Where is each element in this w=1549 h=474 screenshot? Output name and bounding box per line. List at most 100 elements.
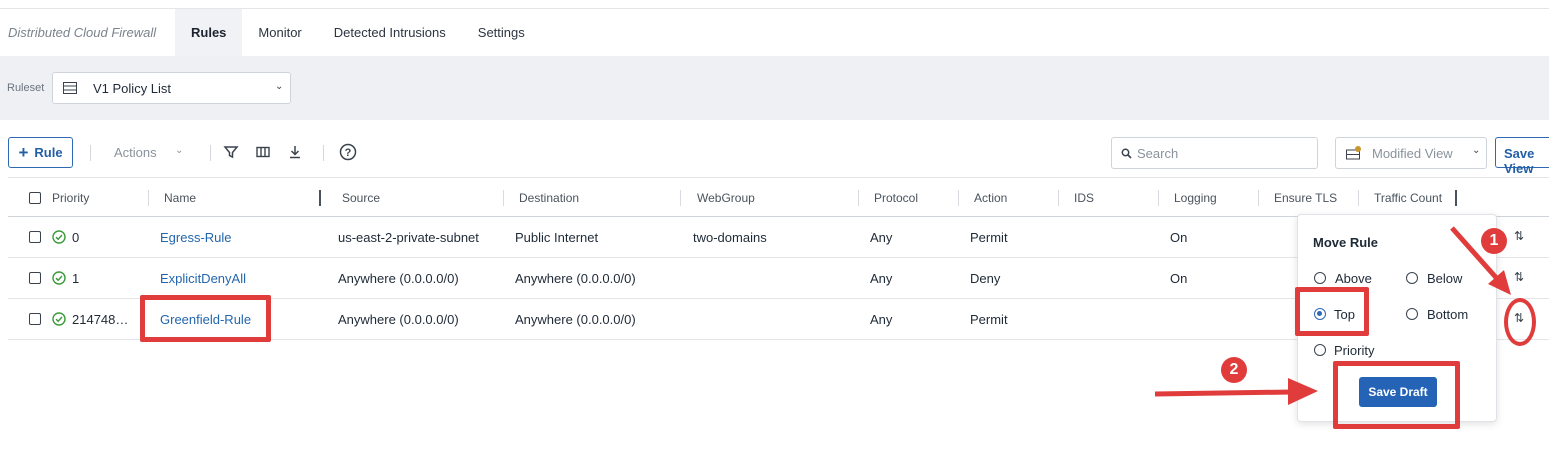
chevron-down-icon: ⌄ bbox=[175, 145, 184, 156]
chevron-down-icon: ⌄ bbox=[1472, 145, 1481, 156]
tab-monitor[interactable]: Monitor bbox=[242, 9, 317, 57]
row-name-link[interactable]: Egress-Rule bbox=[160, 230, 232, 245]
radio-above-label[interactable]: Above bbox=[1335, 271, 1372, 286]
add-rule-label: Rule bbox=[34, 145, 63, 160]
highlight-save-draft bbox=[1333, 361, 1460, 429]
ruleset-value: V1 Policy List bbox=[93, 81, 172, 96]
list-icon bbox=[63, 82, 77, 97]
col-logging[interactable]: Logging bbox=[1174, 191, 1217, 205]
row-checkbox[interactable] bbox=[29, 231, 41, 243]
col-destination[interactable]: Destination bbox=[519, 191, 579, 205]
select-all-checkbox[interactable] bbox=[29, 192, 41, 204]
highlight-move-icon bbox=[1504, 298, 1536, 346]
col-divider bbox=[503, 190, 504, 206]
step-badge-1: 1 bbox=[1481, 228, 1507, 254]
divider bbox=[90, 145, 91, 161]
radio-above[interactable] bbox=[1314, 272, 1326, 284]
svg-text:?: ? bbox=[345, 147, 352, 159]
col-resize-handle[interactable] bbox=[319, 190, 321, 206]
row-action: Permit bbox=[970, 230, 1008, 245]
actions-dropdown[interactable]: Actions bbox=[114, 145, 157, 160]
filter-icon[interactable] bbox=[223, 144, 239, 160]
tab-settings[interactable]: Settings bbox=[462, 9, 541, 57]
col-divider bbox=[1358, 190, 1359, 206]
col-action[interactable]: Action bbox=[974, 191, 1007, 205]
col-ensure-tls[interactable]: Ensure TLS bbox=[1274, 191, 1337, 205]
row-action: Deny bbox=[970, 271, 1001, 286]
row-name-link[interactable]: ExplicitDenyAll bbox=[160, 271, 246, 286]
col-divider bbox=[1158, 190, 1159, 206]
col-protocol[interactable]: Protocol bbox=[874, 191, 918, 205]
app-name: Distributed Cloud Firewall bbox=[8, 25, 157, 40]
col-resize-handle[interactable] bbox=[1455, 190, 1457, 206]
search-icon bbox=[1121, 147, 1132, 162]
col-source[interactable]: Source bbox=[342, 191, 380, 205]
tab-detected-intrusions[interactable]: Detected Intrusions bbox=[318, 9, 462, 57]
row-protocol: Any bbox=[870, 312, 893, 327]
step-badge-2: 2 bbox=[1221, 357, 1247, 383]
row-destination: Anywhere (0.0.0.0/0) bbox=[515, 271, 636, 286]
tab-rules[interactable]: Rules bbox=[175, 8, 243, 57]
check-circle-icon bbox=[52, 312, 66, 326]
more-icon[interactable]: ⋮ bbox=[1545, 229, 1549, 243]
row-logging: On bbox=[1170, 230, 1188, 245]
move-rule-icon[interactable]: ⇅ bbox=[1514, 270, 1524, 284]
row-priority: 1 bbox=[72, 271, 80, 286]
download-icon[interactable] bbox=[287, 144, 303, 160]
row-destination: Anywhere (0.0.0.0/0) bbox=[515, 312, 636, 327]
search-input[interactable]: Search bbox=[1111, 137, 1318, 169]
row-priority: 0 bbox=[72, 230, 80, 245]
move-rule-title: Move Rule bbox=[1313, 235, 1379, 250]
ruleset-select[interactable]: V1 Policy List ⌄ bbox=[52, 72, 291, 104]
radio-below-label[interactable]: Below bbox=[1427, 271, 1462, 286]
col-divider bbox=[1258, 190, 1259, 206]
more-icon[interactable]: ⋮ bbox=[1545, 311, 1549, 325]
row-destination: Public Internet bbox=[515, 230, 599, 245]
top-nav: Distributed Cloud Firewall Rules Monitor… bbox=[0, 8, 1549, 57]
save-view-button[interactable]: Save View bbox=[1495, 137, 1549, 176]
row-checkbox[interactable] bbox=[29, 272, 41, 284]
col-traffic-count[interactable]: Traffic Count bbox=[1374, 191, 1442, 205]
col-name[interactable]: Name bbox=[164, 191, 196, 205]
radio-bottom-label[interactable]: Bottom bbox=[1427, 307, 1468, 322]
col-priority[interactable]: Priority bbox=[52, 191, 89, 205]
col-webgroup[interactable]: WebGroup bbox=[697, 191, 755, 205]
row-source: Anywhere (0.0.0.0/0) bbox=[338, 312, 459, 327]
row-webgroup: two-domains bbox=[693, 230, 767, 245]
view-icon bbox=[1346, 146, 1362, 163]
col-divider bbox=[680, 190, 681, 206]
row-checkbox[interactable] bbox=[29, 313, 41, 325]
more-icon[interactable]: ⋮ bbox=[1545, 270, 1549, 284]
col-divider bbox=[858, 190, 859, 206]
table-header: Priority Name Source Destination WebGrou… bbox=[8, 177, 1549, 217]
ruleset-label: Ruleset bbox=[7, 82, 45, 94]
table-toolbar: + Rule Actions ⌄ ? Search Modified View … bbox=[0, 137, 1549, 176]
view-value: Modified View bbox=[1372, 146, 1453, 161]
add-rule-button[interactable]: + Rule bbox=[8, 137, 73, 168]
col-divider bbox=[1058, 190, 1059, 206]
divider bbox=[323, 145, 324, 161]
row-source: Anywhere (0.0.0.0/0) bbox=[338, 271, 459, 286]
check-circle-icon bbox=[52, 230, 66, 244]
row-protocol: Any bbox=[870, 271, 893, 286]
view-select[interactable]: Modified View ⌄ bbox=[1335, 137, 1487, 169]
plus-icon: + bbox=[18, 142, 29, 162]
highlight-top-option bbox=[1295, 287, 1369, 336]
row-logging: On bbox=[1170, 271, 1188, 286]
radio-bottom[interactable] bbox=[1406, 308, 1418, 320]
move-rule-icon[interactable]: ⇅ bbox=[1514, 229, 1524, 243]
row-priority: 214748… bbox=[72, 312, 129, 327]
search-placeholder: Search bbox=[1137, 146, 1179, 161]
radio-priority[interactable] bbox=[1314, 344, 1326, 356]
radio-priority-label[interactable]: Priority bbox=[1334, 343, 1374, 358]
help-icon[interactable]: ? bbox=[339, 143, 357, 161]
row-action: Permit bbox=[970, 312, 1008, 327]
row-protocol: Any bbox=[870, 230, 893, 245]
radio-below[interactable] bbox=[1406, 272, 1418, 284]
columns-icon[interactable] bbox=[255, 144, 271, 160]
col-ids[interactable]: IDS bbox=[1074, 191, 1094, 205]
divider bbox=[210, 145, 211, 161]
check-circle-icon bbox=[52, 271, 66, 285]
highlight-greenfield-rule bbox=[140, 295, 271, 342]
col-divider bbox=[148, 190, 149, 206]
